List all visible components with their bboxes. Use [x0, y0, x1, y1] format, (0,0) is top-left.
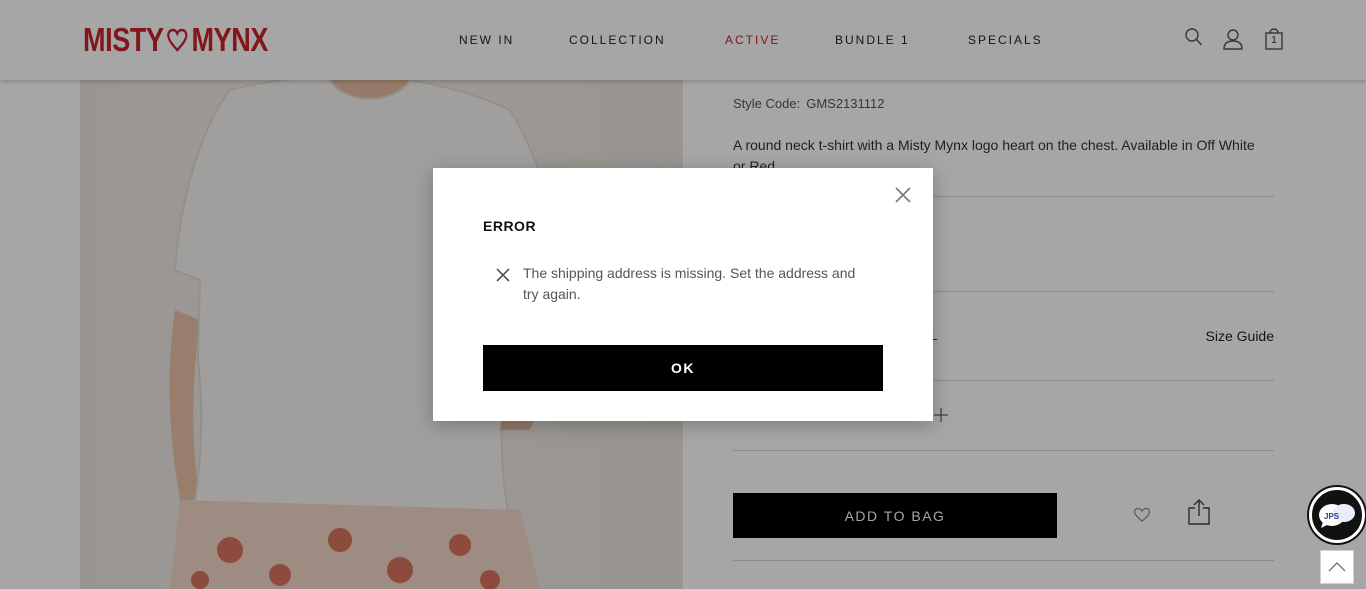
scroll-to-top-button[interactable]: [1320, 550, 1354, 584]
close-icon[interactable]: [892, 184, 914, 206]
chevron-up-icon: [1328, 562, 1346, 572]
error-x-icon: [496, 268, 510, 282]
dialog-title: ERROR: [483, 218, 537, 234]
error-message: The shipping address is missing. Set the…: [523, 265, 856, 302]
chat-widget-label: JPS: [1324, 512, 1340, 521]
chat-widget-button[interactable]: JPS: [1309, 487, 1365, 543]
error-dialog: ERROR The shipping address is missing. S…: [433, 168, 933, 421]
ok-button[interactable]: OK: [483, 345, 883, 391]
